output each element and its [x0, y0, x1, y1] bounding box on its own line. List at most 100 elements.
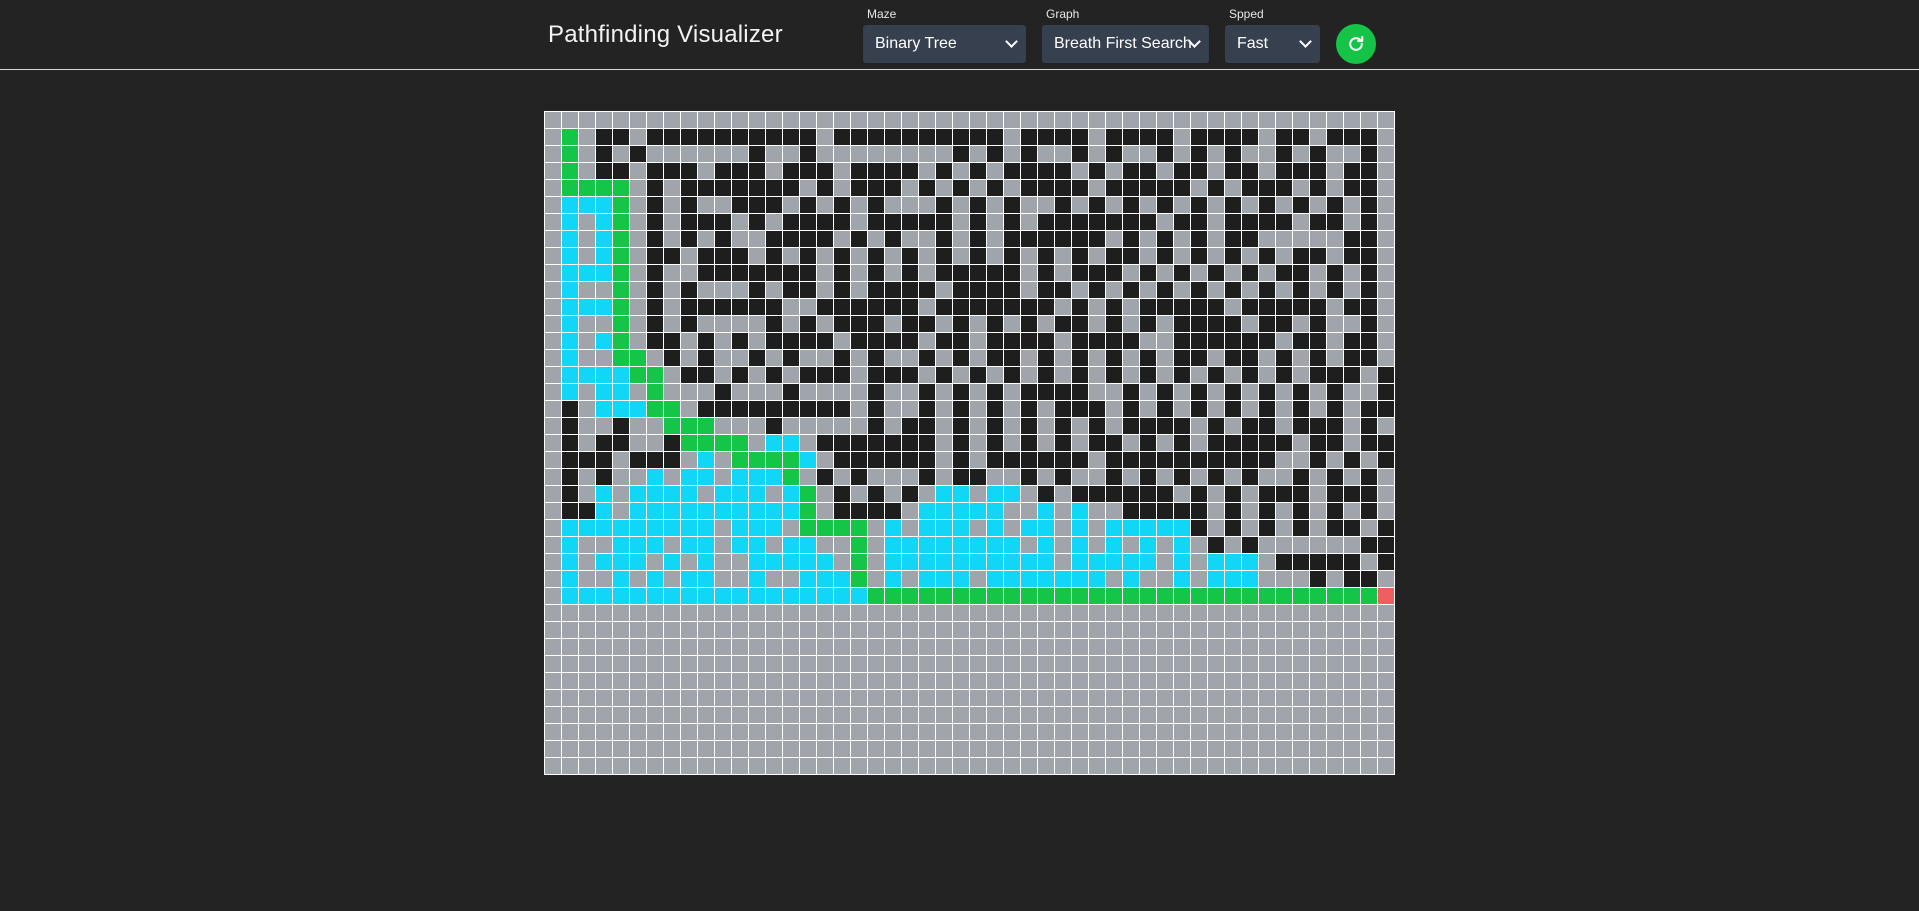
cell-empty[interactable] — [834, 673, 850, 689]
cell-empty[interactable] — [1293, 758, 1309, 774]
cell-wall[interactable] — [1072, 384, 1088, 400]
cell-empty[interactable] — [1310, 197, 1326, 213]
cell-empty[interactable] — [715, 316, 731, 332]
cell-wall[interactable] — [885, 214, 901, 230]
cell-wall[interactable] — [868, 384, 884, 400]
cell-empty[interactable] — [1225, 724, 1241, 740]
cell-empty[interactable] — [1293, 452, 1309, 468]
cell-empty[interactable] — [936, 690, 952, 706]
cell-wall[interactable] — [817, 333, 833, 349]
cell-visited[interactable] — [596, 554, 612, 570]
cell-empty[interactable] — [1361, 554, 1377, 570]
cell-wall[interactable] — [647, 197, 663, 213]
cell-empty[interactable] — [1106, 758, 1122, 774]
cell-visited[interactable] — [681, 537, 697, 553]
cell-empty[interactable] — [1378, 163, 1394, 179]
cell-empty[interactable] — [715, 741, 731, 757]
cell-empty[interactable] — [1089, 622, 1105, 638]
cell-wall[interactable] — [1361, 435, 1377, 451]
cell-wall[interactable] — [1157, 129, 1173, 145]
cell-wall[interactable] — [766, 180, 782, 196]
cell-empty[interactable] — [579, 758, 595, 774]
cell-empty[interactable] — [851, 724, 867, 740]
cell-empty[interactable] — [1378, 503, 1394, 519]
cell-empty[interactable] — [664, 690, 680, 706]
cell-empty[interactable] — [664, 707, 680, 723]
cell-visited[interactable] — [562, 248, 578, 264]
cell-empty[interactable] — [545, 571, 561, 587]
cell-empty[interactable] — [1327, 724, 1343, 740]
cell-wall[interactable] — [783, 333, 799, 349]
cell-visited[interactable] — [749, 537, 765, 553]
cell-empty[interactable] — [1106, 639, 1122, 655]
cell-empty[interactable] — [885, 656, 901, 672]
cell-empty[interactable] — [1174, 248, 1190, 264]
cell-wall[interactable] — [681, 129, 697, 145]
cell-empty[interactable] — [749, 690, 765, 706]
cell-visited[interactable] — [562, 231, 578, 247]
cell-wall[interactable] — [1089, 197, 1105, 213]
cell-empty[interactable] — [715, 758, 731, 774]
cell-empty[interactable] — [1208, 384, 1224, 400]
cell-empty[interactable] — [1276, 112, 1292, 128]
cell-wall[interactable] — [885, 299, 901, 315]
cell-wall[interactable] — [936, 333, 952, 349]
cell-empty[interactable] — [1378, 146, 1394, 162]
cell-wall[interactable] — [1293, 333, 1309, 349]
cell-empty[interactable] — [1344, 656, 1360, 672]
cell-empty[interactable] — [1021, 282, 1037, 298]
cell-wall[interactable] — [630, 146, 646, 162]
cell-empty[interactable] — [851, 265, 867, 281]
cell-visited[interactable] — [936, 554, 952, 570]
cell-empty[interactable] — [1072, 112, 1088, 128]
cell-wall[interactable] — [596, 129, 612, 145]
cell-wall[interactable] — [834, 503, 850, 519]
cell-wall[interactable] — [800, 401, 816, 417]
cell-empty[interactable] — [1123, 741, 1139, 757]
cell-empty[interactable] — [749, 367, 765, 383]
cell-empty[interactable] — [1378, 639, 1394, 655]
cell-wall[interactable] — [1378, 384, 1394, 400]
cell-empty[interactable] — [1361, 741, 1377, 757]
cell-empty[interactable] — [1174, 384, 1190, 400]
cell-wall[interactable] — [1310, 316, 1326, 332]
cell-empty[interactable] — [936, 707, 952, 723]
cell-wall[interactable] — [919, 469, 935, 485]
cell-empty[interactable] — [851, 707, 867, 723]
cell-empty[interactable] — [630, 724, 646, 740]
cell-empty[interactable] — [1259, 758, 1275, 774]
cell-wall[interactable] — [1361, 486, 1377, 502]
cell-empty[interactable] — [970, 316, 986, 332]
cell-wall[interactable] — [630, 452, 646, 468]
cell-wall[interactable] — [1174, 180, 1190, 196]
cell-empty[interactable] — [851, 112, 867, 128]
cell-path[interactable] — [613, 197, 629, 213]
cell-empty[interactable] — [715, 197, 731, 213]
cell-empty[interactable] — [1174, 401, 1190, 417]
cell-wall[interactable] — [1055, 452, 1071, 468]
cell-empty[interactable] — [1004, 605, 1020, 621]
cell-empty[interactable] — [1004, 401, 1020, 417]
cell-wall[interactable] — [1225, 503, 1241, 519]
cell-empty[interactable] — [715, 724, 731, 740]
cell-wall[interactable] — [1242, 452, 1258, 468]
cell-empty[interactable] — [1191, 435, 1207, 451]
cell-empty[interactable] — [885, 605, 901, 621]
cell-wall[interactable] — [647, 452, 663, 468]
cell-empty[interactable] — [664, 724, 680, 740]
cell-wall[interactable] — [1089, 214, 1105, 230]
cell-empty[interactable] — [1225, 367, 1241, 383]
cell-empty[interactable] — [970, 146, 986, 162]
cell-wall[interactable] — [1208, 316, 1224, 332]
cell-wall[interactable] — [1310, 163, 1326, 179]
cell-path[interactable] — [1021, 588, 1037, 604]
cell-empty[interactable] — [1259, 367, 1275, 383]
cell-wall[interactable] — [800, 163, 816, 179]
cell-empty[interactable] — [1259, 537, 1275, 553]
cell-wall[interactable] — [766, 129, 782, 145]
cell-empty[interactable] — [817, 452, 833, 468]
cell-empty[interactable] — [817, 690, 833, 706]
cell-empty[interactable] — [1157, 639, 1173, 655]
cell-wall[interactable] — [1259, 401, 1275, 417]
cell-empty[interactable] — [800, 673, 816, 689]
